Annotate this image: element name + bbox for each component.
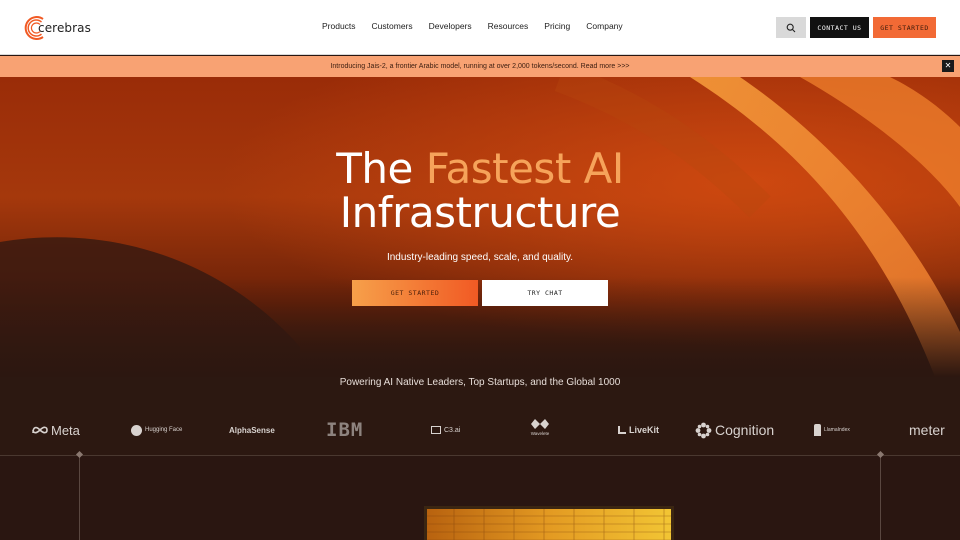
- c3ai-icon: [431, 426, 441, 434]
- nav-link-company[interactable]: Company: [586, 21, 622, 31]
- section-divider: [0, 455, 960, 456]
- cognition-logo: Cognition: [695, 418, 774, 442]
- hero-title-accent: Fastest AI: [425, 144, 625, 193]
- hugging-face-logo-text: Hugging Face: [145, 427, 183, 433]
- hero-get-started-button[interactable]: GET STARTED: [352, 280, 478, 306]
- cognition-icon: [695, 422, 712, 438]
- try-chat-button[interactable]: TRY CHAT: [482, 280, 608, 306]
- nav-get-started-button[interactable]: GET STARTED: [873, 17, 936, 38]
- hugging-face-logo: Hugging Face: [131, 418, 182, 442]
- hero-title: The Fastest AI Infrastructure: [0, 147, 960, 235]
- customer-logos-band: Powering AI Native Leaders, Top Startups…: [0, 377, 960, 455]
- hero-title-part1: The: [336, 144, 426, 193]
- announcement-link[interactable]: Introducing Jais-2, a frontier Arabic mo…: [330, 63, 629, 70]
- cerebras-logo[interactable]: cerebras: [24, 15, 91, 41]
- wavelete-logo: Wavelete: [530, 418, 550, 442]
- nav-link-customers[interactable]: Customers: [372, 21, 413, 31]
- c3ai-logo-text: C3.ai: [444, 426, 461, 434]
- meter-logo-text: meter: [909, 422, 945, 438]
- c3ai-logo: C3.ai: [431, 418, 460, 442]
- hero-section: The Fastest AI Infrastructure Industry-l…: [0, 77, 960, 377]
- nav-link-pricing[interactable]: Pricing: [544, 21, 570, 31]
- nav-link-products[interactable]: Products: [322, 21, 356, 31]
- livekit-logo-text: LiveKit: [629, 425, 660, 435]
- product-showcase-section: [0, 450, 960, 540]
- meta-icon: [32, 426, 48, 434]
- main-nav-links: Products Customers Developers Resources …: [322, 21, 623, 31]
- announcement-bar: Introducing Jais-2, a frontier Arabic mo…: [0, 56, 960, 77]
- wavelete-logo-text: Wavelete: [530, 431, 550, 436]
- ibm-logo-text: IBM: [326, 419, 364, 441]
- search-icon: [786, 23, 796, 32]
- search-button[interactable]: [776, 17, 806, 38]
- meta-logo: Meta: [32, 418, 80, 442]
- meter-logo: meter: [909, 418, 945, 442]
- llama-icon: [814, 424, 821, 436]
- grid-line-left: [79, 455, 80, 540]
- wafer-chip-image: [424, 506, 674, 540]
- nav-link-resources[interactable]: Resources: [488, 21, 529, 31]
- ibm-logo: IBM: [326, 418, 363, 442]
- alphasense-logo-text: AlphaSense: [229, 425, 275, 435]
- top-navigation: cerebras Products Customers Developers R…: [0, 0, 960, 55]
- hero-title-line2: Infrastructure: [339, 188, 621, 237]
- llamaindex-logo-text: LlamaIndex: [824, 427, 850, 433]
- contact-us-button[interactable]: CONTACT US: [810, 17, 869, 38]
- alphasense-logo: AlphaSense: [229, 418, 275, 442]
- meta-logo-text: Meta: [51, 422, 80, 438]
- logo-text: cerebras: [38, 21, 91, 35]
- close-icon[interactable]: ✕: [942, 60, 954, 72]
- livekit-icon: [618, 426, 626, 434]
- livekit-logo: LiveKit: [618, 418, 659, 442]
- hugging-face-icon: [131, 424, 142, 436]
- customers-heading: Powering AI Native Leaders, Top Startups…: [339, 377, 621, 388]
- cognition-logo-text: Cognition: [715, 422, 775, 438]
- wavelete-icon: [531, 419, 549, 429]
- hero-subtitle: Industry-leading speed, scale, and quali…: [386, 252, 574, 263]
- llamaindex-logo: LlamaIndex: [814, 418, 850, 442]
- grid-line-right: [880, 455, 881, 540]
- nav-link-developers[interactable]: Developers: [429, 21, 472, 31]
